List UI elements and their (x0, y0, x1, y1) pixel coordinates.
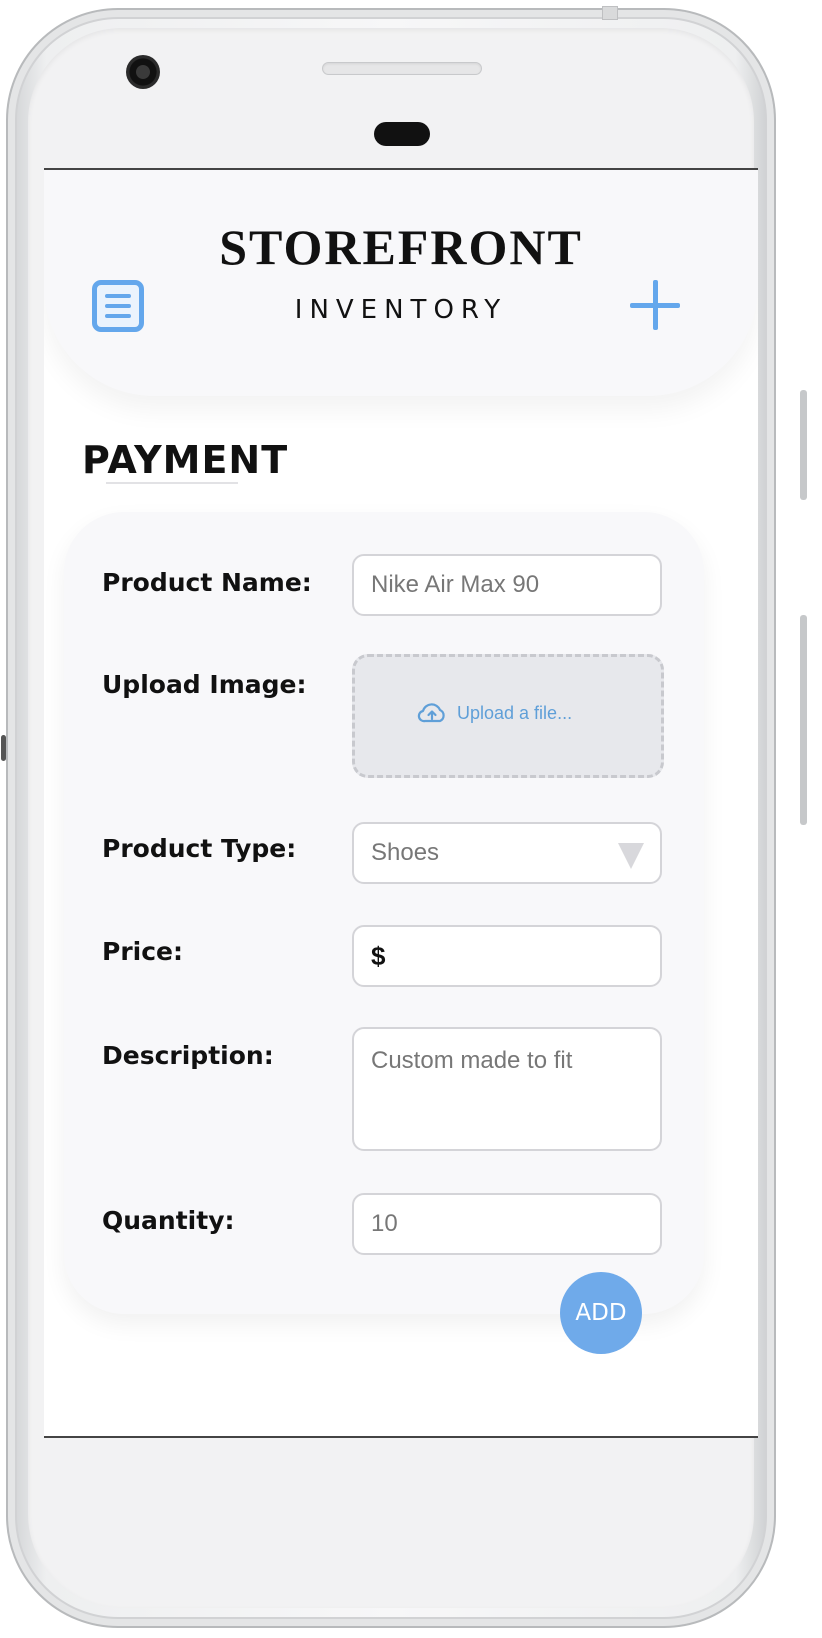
upload-link[interactable]: Upload a file... (457, 703, 572, 724)
dropdown-arrow-icon (618, 843, 644, 869)
section-title: PAYMENT (82, 438, 289, 482)
upload-dropzone[interactable]: Upload a file... (352, 654, 664, 778)
upload-prompt: Upload a file... (417, 702, 572, 724)
earpiece-speaker (322, 62, 482, 75)
left-side-button (1, 735, 6, 761)
front-camera (126, 55, 160, 89)
description-textarea[interactable]: Custom made to fit (352, 1027, 662, 1151)
volume-button (800, 615, 807, 825)
proximity-sensor (374, 122, 430, 146)
app-title: STOREFRONT (219, 219, 583, 275)
add-button[interactable]: ADD (560, 1272, 642, 1354)
section-underline (106, 482, 238, 484)
product-type-select[interactable]: Shoes (352, 822, 662, 884)
product-type-label: Product Type: (102, 834, 297, 863)
menu-line (105, 304, 131, 308)
upload-image-label: Upload Image: (102, 670, 307, 699)
plus-icon[interactable] (630, 280, 680, 330)
cloud-upload-icon (417, 703, 445, 723)
quantity-input[interactable]: 10 (352, 1193, 662, 1255)
menu-list-icon[interactable] (92, 280, 144, 332)
price-label: Price: (102, 937, 183, 966)
price-input[interactable]: $ (352, 925, 662, 987)
description-label: Description: (102, 1041, 274, 1070)
menu-line (105, 314, 131, 318)
power-button (800, 390, 807, 500)
product-name-input[interactable]: Nike Air Max 90 (352, 554, 662, 616)
phone-top-button (602, 6, 618, 20)
product-name-label: Product Name: (102, 568, 312, 597)
product-type-value: Shoes (371, 839, 440, 866)
menu-line (105, 294, 131, 298)
app-screen: STOREFRONT INVENTORY PAYMENT Product Nam… (44, 168, 758, 1438)
quantity-label: Quantity: (102, 1206, 235, 1235)
plus-vertical-bar (653, 280, 658, 330)
app-header: STOREFRONT INVENTORY (44, 170, 758, 396)
